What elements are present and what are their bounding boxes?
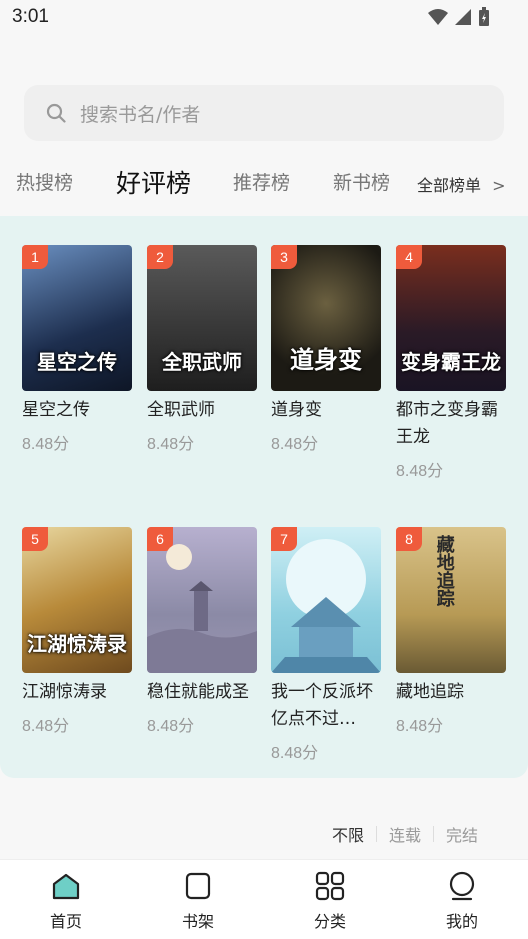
bottom-nav: 首页 书架 分类 我的 [0,859,528,939]
book-title: 全职武师 [147,400,215,420]
rank-badge: 8 [396,527,422,551]
book-grid-panel: 1 星空之传 星空之传 8.48分 2 全职武师 全职武师 8.48分 3 道身… [0,216,528,778]
book-cover: 5 江湖惊涛录 [22,527,132,673]
book-cover: 7 [271,527,381,673]
cover-title: 藏地追踪 [433,535,455,607]
status-filter: 不限 连载 完结 [332,822,478,846]
book-card[interactable]: 3 道身变 道身变 8.48分 [271,245,383,454]
rank-badge: 2 [147,245,173,269]
home-icon [52,873,80,900]
all-lists-link[interactable]: 全部榜单 > [417,172,506,196]
book-score: 8.48分 [147,436,195,453]
search-placeholder: 搜索书名/作者 [80,103,201,126]
tab-recommended[interactable]: 推荐榜 [233,168,290,195]
filter-serializing[interactable]: 连载 [389,822,421,846]
profile-icon [449,871,475,901]
tab-top-rated[interactable]: 好评榜 [116,164,191,200]
status-icons [428,7,490,27]
book-cover: 4 变身霸王龙 [396,245,506,391]
cover-title: 江湖惊涛录 [27,632,127,656]
signal-icon [455,9,471,25]
rank-badge: 3 [271,245,297,269]
category-icon [315,871,345,901]
book-cover: 2 全职武师 [147,245,257,391]
cover-title: 变身霸王龙 [401,350,501,374]
nav-profile-label: 我的 [445,912,478,931]
nav-home[interactable]: 首页 [0,860,132,939]
divider [432,826,434,842]
search-input[interactable]: 搜索书名/作者 [24,85,504,141]
rank-badge: 1 [22,245,48,269]
nav-bookshelf-label: 书架 [181,912,214,931]
book-card[interactable]: 7 我一个反派坏亿点不过… 8.48分 [271,527,383,763]
book-score: 8.48分 [396,718,444,735]
cover-title: 星空之传 [37,350,117,374]
book-card[interactable]: 5 江湖惊涛录 江湖惊涛录 8.48分 [22,527,134,736]
chevron-right-icon: > [492,176,506,195]
bookshelf-icon [185,872,211,900]
book-title: 道身变 [271,400,322,420]
nav-home-label: 首页 [49,912,82,931]
book-title: 藏地追踪 [396,682,464,702]
book-score: 8.48分 [271,745,319,762]
book-title: 都市之变身霸王龙 [396,400,498,447]
tab-new-books[interactable]: 新书榜 [333,168,390,195]
book-score: 8.48分 [271,436,319,453]
search-icon [46,103,66,123]
book-score: 8.48分 [147,718,195,735]
book-title: 星空之传 [22,400,90,420]
tab-hot-search[interactable]: 热搜榜 [16,168,73,195]
nav-category[interactable]: 分类 [264,860,396,939]
cover-art [147,544,257,673]
book-score: 8.48分 [22,718,70,735]
ranking-tabs: 热搜榜 好评榜 推荐榜 新书榜 全部榜单 > [0,158,528,208]
book-title: 我一个反派坏亿点不过… [271,682,373,729]
cover-art [271,539,381,673]
rank-badge: 5 [22,527,48,551]
cover-title: 道身变 [290,345,362,374]
book-score: 8.48分 [396,463,444,480]
book-card[interactable]: 8 藏地追踪 藏地追踪 8.48分 [396,527,508,736]
book-card[interactable]: 4 变身霸王龙 都市之变身霸王龙 8.48分 [396,245,508,481]
rank-badge: 4 [396,245,422,269]
nav-bookshelf[interactable]: 书架 [132,860,264,939]
status-time: 3:01 [12,6,49,27]
book-cover: 8 藏地追踪 [396,527,506,673]
book-title: 稳住就能成圣 [147,682,249,702]
filter-completed[interactable]: 完结 [446,822,478,846]
book-cover: 1 星空之传 [22,245,132,391]
book-card[interactable]: 6 稳住就能成圣 8.48分 [147,527,259,736]
book-cover: 3 道身变 [271,245,381,391]
book-score: 8.48分 [22,436,70,453]
nav-profile[interactable]: 我的 [396,860,528,939]
cover-title: 全职武师 [162,350,242,374]
filter-all[interactable]: 不限 [332,822,364,846]
book-cover: 6 [147,527,257,673]
book-title: 江湖惊涛录 [22,682,107,702]
book-card[interactable]: 2 全职武师 全职武师 8.48分 [147,245,259,454]
divider [375,826,377,842]
battery-icon [479,7,489,26]
book-card[interactable]: 1 星空之传 星空之传 8.48分 [22,245,134,454]
status-bar: 3:01 [0,0,528,36]
wifi-icon [428,9,448,25]
nav-category-label: 分类 [313,912,346,931]
all-lists-label: 全部榜单 [417,176,482,195]
